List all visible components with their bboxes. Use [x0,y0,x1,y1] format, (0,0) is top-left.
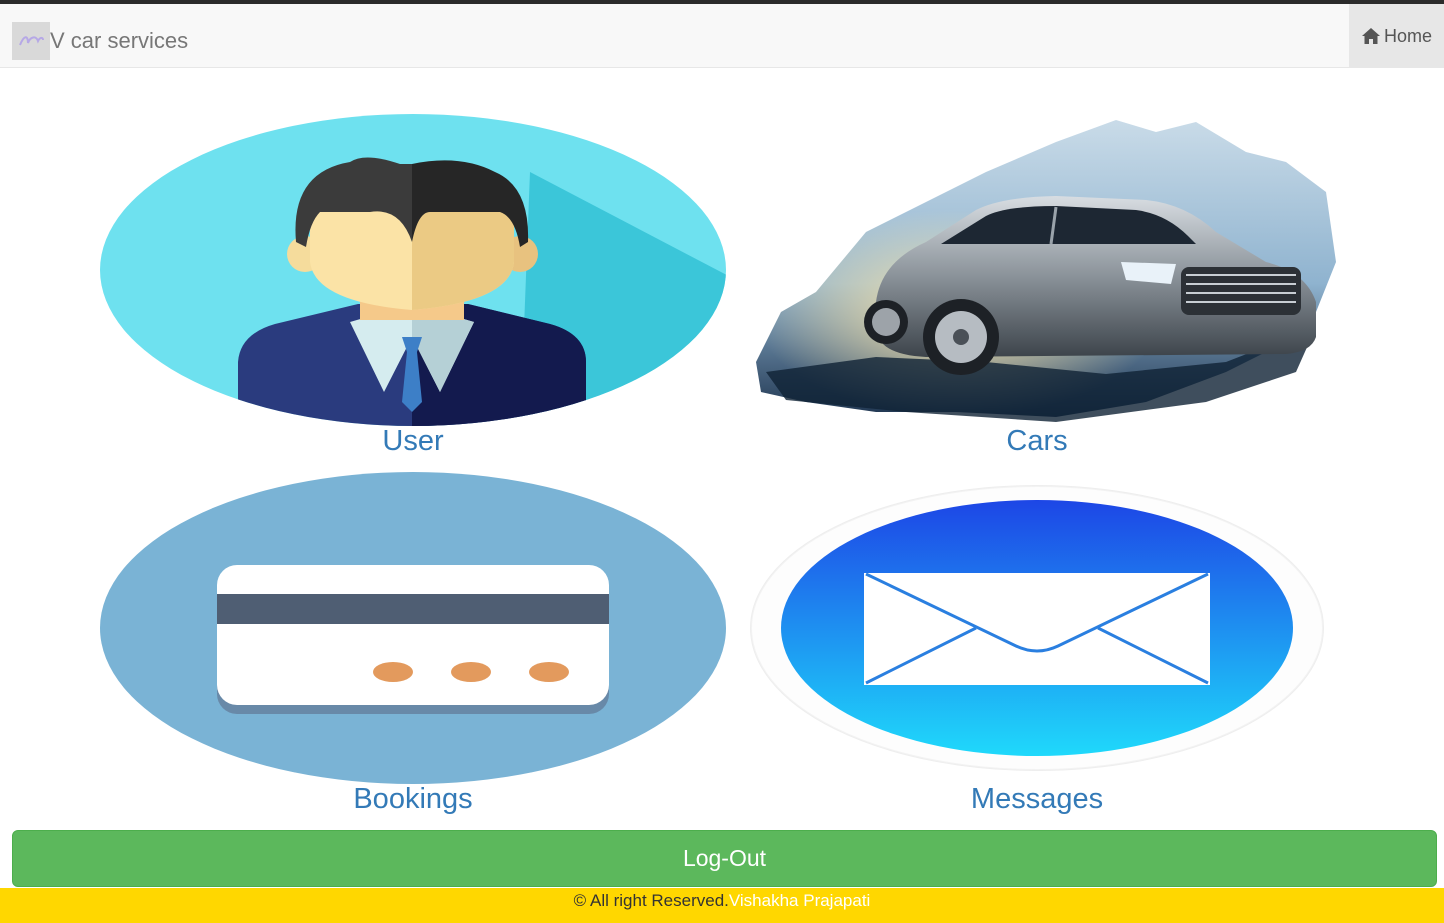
logout-button[interactable]: Log-Out [12,830,1437,887]
tile-cars[interactable]: Cars [726,110,1348,465]
credit-card-icon [100,472,726,784]
footer-author: Vishakha Prajapati [728,891,871,910]
brand-link[interactable]: V car services [12,22,188,60]
home-icon [1361,28,1380,44]
nav-home-label: Home [1383,25,1432,46]
navbar: V car services Home [0,4,1444,68]
car-image [756,120,1336,422]
brand-title: V car services [50,28,189,53]
footer: © All right Reserved.Vishakha Prajapati [0,888,1444,923]
tile-bookings-label: Bookings [353,783,473,815]
tile-messages-label: Messages [970,783,1104,815]
tile-bookings[interactable]: Bookings [100,470,726,822]
tile-user[interactable]: User [100,110,726,465]
user-avatar-icon [100,114,726,426]
tile-cars-label: Cars [1006,425,1068,457]
nav-home-link[interactable]: Home [1349,4,1444,68]
envelope-icon [750,485,1324,771]
tile-user-label: User [382,425,444,457]
brand-logo [12,22,50,60]
tile-messages[interactable]: Messages [726,470,1348,822]
footer-copyright: © All right Reserved. [573,891,729,910]
